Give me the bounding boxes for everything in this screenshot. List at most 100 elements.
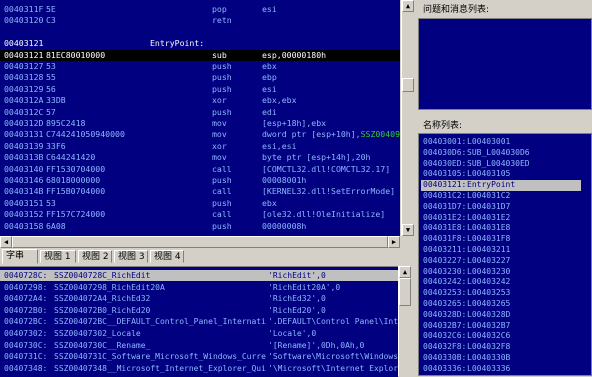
opcode-bytes-cell: C744241050940000 [46,129,125,140]
address-cell: 0040314B [4,186,44,197]
opcode-bytes-cell: 33F6 [46,140,66,151]
scroll-thumb[interactable] [402,78,414,92]
mnemonic-cell: push [212,220,232,231]
disassembly-row[interactable]: 00403151 53 push ebx [0,198,400,209]
name-list-item[interactable]: 00403230: L00403230 [421,267,581,278]
scroll-up-arrow-icon[interactable]: ▲ [399,266,411,278]
name-list-item[interactable]: 00403211: L00403211 [421,245,581,256]
address-cell: 00403139 [4,140,44,151]
disassembly-listing[interactable]: 0040311F 5E pop esi 00403120 C3 retn 00403121 En… [0,0,400,236]
strings-list[interactable]: 0040728C: SSZ0040728C_RichEdit 'RichEdit',… [0,266,398,377]
disassembly-row[interactable]: 00403140 FF1530704000 call [COMCTL32.dll!CO… [0,164,400,175]
opcode-bytes-cell: 81EC80010000 [46,49,106,60]
label-cell: SUB_L004030ED [467,158,530,168]
name-list-item[interactable]: 00403265: L00403265 [421,299,581,310]
name-list-item[interactable]: 004031C2: L004031C2 [421,191,581,202]
name-list-item[interactable]: 004032C6: L004032C6 [421,331,581,342]
string-row[interactable]: 00407348: SSZ00407348__Microsoft_Internet… [0,363,398,374]
address-cell: 00403227: [423,255,467,265]
name-list-item[interactable]: 004030ED: SUB_L004030ED [421,159,581,170]
name-list-item[interactable]: 0040328D: L0040328D [421,310,581,321]
disassembly-row[interactable]: 00403127 53 push ebx [0,61,400,72]
name-list-item[interactable]: 004031E2: L004031E2 [421,213,581,224]
name-list-item[interactable]: 00403242: L00403242 [421,277,581,288]
name-list-item[interactable]: 00403105: L00403105 [421,169,581,180]
strings-vertical-scrollbar[interactable]: ▲ [398,266,412,376]
label-cell: L004031D7 [467,201,511,211]
disassembly-row[interactable]: 00403128 55 push ebp [0,72,400,83]
disassembly-row[interactable]: 00403129 56 push esi [0,84,400,95]
name-list-item[interactable]: 004032F8: L004032F8 [421,342,581,353]
disassembly-vertical-scrollbar[interactable]: ▲ ▼ [401,0,415,236]
disassembly-row[interactable] [0,27,400,38]
scroll-up-arrow-icon[interactable]: ▲ [402,0,414,12]
address-cell: 004031F8: [423,234,467,244]
name-list-item[interactable]: 00403336: L00403336 [421,364,581,375]
name-list-item[interactable]: 004031F8: L004031F8 [421,234,581,245]
operand-cell: [esp+18h],ebx [262,118,327,128]
string-row[interactable]: 0040731C: SSZ0040731C_Software_Microsoft_… [0,351,398,362]
string-row[interactable]: 00407302: SSZ00407302_Locale 'Locale',0 [0,328,398,339]
names-list[interactable]: 00403001: L00403001 004030D6: SUB_L004030D6… [418,133,592,376]
operand-cell: ebx,ebx [262,95,297,106]
disassembly-row[interactable]: 00403121 81EC80010000 sub esp,00000180h [0,49,400,61]
string-row[interactable]: 00407298: SSZ00407298_RichEdit20A 'RichEdi… [0,282,398,293]
disassembly-row[interactable]: 0040313B C644241420 mov byte ptr [esp+14h],… [0,152,400,163]
scroll-left-arrow-icon[interactable]: ◀ [0,236,12,248]
disassembly-row[interactable]: 00403121 EntryPoint: [0,38,400,49]
name-list-item[interactable]: 00403253: L00403253 [421,288,581,299]
tab-view-1[interactable]: 视图 1 [40,250,76,263]
disassembly-row[interactable]: 00403152 FF157C724000 call [ole32.dll!OleIn… [0,209,400,220]
disassembly-horizontal-scrollbar[interactable]: ◀ ▶ [0,236,414,248]
disassembly-row[interactable]: 0040311F 5E pop esi [0,4,400,15]
address-cell: 004031C2: [423,191,467,200]
name-list-item[interactable]: 00403121: EntryPoint [421,180,581,191]
label-cell: L004032C6 [467,331,511,341]
problems-list[interactable] [418,18,592,110]
name-list-item[interactable]: 00403227: L00403227 [421,256,581,267]
address-cell: 0040328D: [423,309,467,319]
disassembly-row[interactable]: 00403131 C744241050940000 mov dword ptr [es… [0,129,400,140]
name-list-item[interactable]: 00403001: L00403001 [421,137,581,148]
opcode-bytes-cell: 5E [46,4,56,14]
name-list-item[interactable]: 0040330B: L0040330B [421,353,581,364]
mnemonic-cell: call [212,186,232,197]
name-list-item[interactable]: 004031E8: L004031E8 [421,223,581,234]
scroll-down-arrow-icon[interactable]: ▼ [402,224,414,236]
disassembly-row[interactable]: 0040314B FF15B0704000 call [KERNEL32.dll!Se… [0,186,400,197]
address-cell: 00403128 [4,72,44,83]
disassembly-row[interactable]: 0040312D 895C2418 mov [esp+18h],ebx [0,118,400,129]
disassembly-row[interactable]: 0040312A 33DB xor ebx,ebx [0,95,400,106]
tab-strings[interactable]: 字串 [2,249,38,264]
string-name-cell: SSZ004072B0_RichEd20 [54,305,151,315]
address-cell: 004030ED: [423,158,467,168]
name-list-item[interactable]: 004032B7: L004032B7 [421,321,581,332]
mnemonic-cell: xor [212,95,227,106]
disassembly-row[interactable]: 00403139 33F6 xor esi,esi [0,141,400,152]
operand-cell: esp,00000180h [262,49,327,60]
disassembly-row[interactable]: 00403158 6A08 push 00000008h [0,221,400,232]
disassembly-row[interactable]: 00403120 C3 retn [0,15,400,26]
string-row[interactable]: 004072BC: SSZ004072BC__DEFAULT_Control_Pa… [0,316,398,327]
tab-view-2[interactable]: 视图 2 [78,250,112,263]
scroll-thumb[interactable] [399,278,411,306]
name-list-item[interactable]: 004031D7: L004031D7 [421,202,581,213]
problems-panel-title: 问题和消息列表: [423,5,490,15]
tab-view-4[interactable]: 视图 4 [150,250,184,263]
string-row[interactable]: 0040730C: SSZ0040730C__Rename_ '[Rename]',… [0,340,398,351]
address-cell: 004031E8: [423,223,467,233]
name-list-item[interactable]: 004030D6: SUB_L004030D6 [421,148,581,159]
tab-view-3[interactable]: 视图 3 [114,250,148,263]
address-cell: 00403131 [4,129,44,140]
scroll-right-arrow-icon[interactable]: ▶ [388,236,400,248]
mnemonic-cell: push [212,106,232,117]
horizontal-scroll-thumb[interactable] [12,236,388,248]
string-row[interactable]: 004072A4: SSZ004072A4_RichEd32 'RichEd32',… [0,293,398,304]
opcode-bytes-cell: 53 [46,61,56,71]
string-row[interactable]: 0040728C: SSZ0040728C_RichEdit 'RichEdit',… [0,270,398,282]
string-row[interactable]: 004072B0: SSZ004072B0_RichEd20 'RichEd20',… [0,305,398,316]
mnemonic-cell: retn [212,15,232,26]
string-reference-link[interactable]: SSZ004091SC_Error [361,129,400,139]
disassembly-row[interactable]: 0040312C 57 push edi [0,107,400,118]
disassembly-row[interactable]: 00403146 68018000000 push 00008001h [0,175,400,186]
